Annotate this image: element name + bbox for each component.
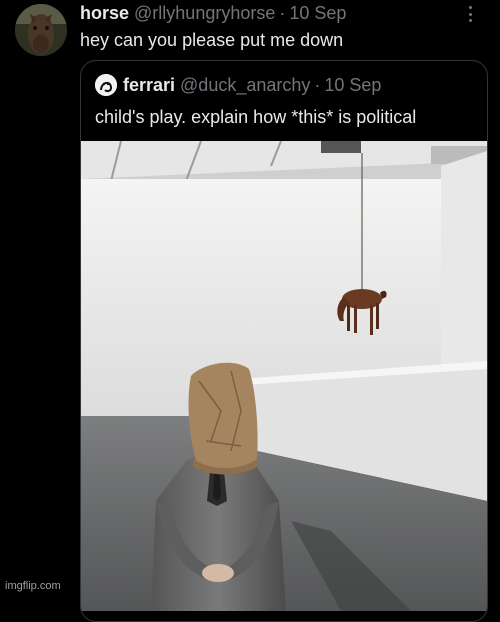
quote-handle[interactable]: @duck_anarchy xyxy=(180,74,310,96)
display-name[interactable]: horse xyxy=(80,2,129,24)
separator-dot: · xyxy=(279,3,286,23)
handle[interactable]: @rllyhungryhorse xyxy=(134,2,275,24)
ferrari-avatar-icon[interactable] xyxy=(95,74,117,96)
tweet-date[interactable]: 10 Sep xyxy=(289,2,346,24)
quoted-tweet-card[interactable]: ferrari @duck_anarchy · 10 Sep child's p… xyxy=(80,60,488,622)
gallery-photo-image[interactable] xyxy=(81,141,487,611)
tweet: horse @rllyhungryhorse · 10 Sep hey can … xyxy=(0,0,500,622)
quote-header: ferrari @duck_anarchy · 10 Sep xyxy=(95,74,381,96)
imgflip-watermark: imgflip.com xyxy=(5,580,61,592)
tweet-text: hey can you please put me down xyxy=(80,30,344,50)
quote-date[interactable]: 10 Sep xyxy=(324,74,381,96)
quote-text: child's play. explain how *this* is poli… xyxy=(95,107,417,127)
quote-separator-dot: · xyxy=(314,75,321,95)
horse-avatar-icon[interactable] xyxy=(15,4,67,56)
tweet-header: horse @rllyhungryhorse · 10 Sep xyxy=(80,2,346,26)
more-options-icon[interactable] xyxy=(462,6,478,22)
quote-display-name[interactable]: ferrari xyxy=(123,74,175,96)
